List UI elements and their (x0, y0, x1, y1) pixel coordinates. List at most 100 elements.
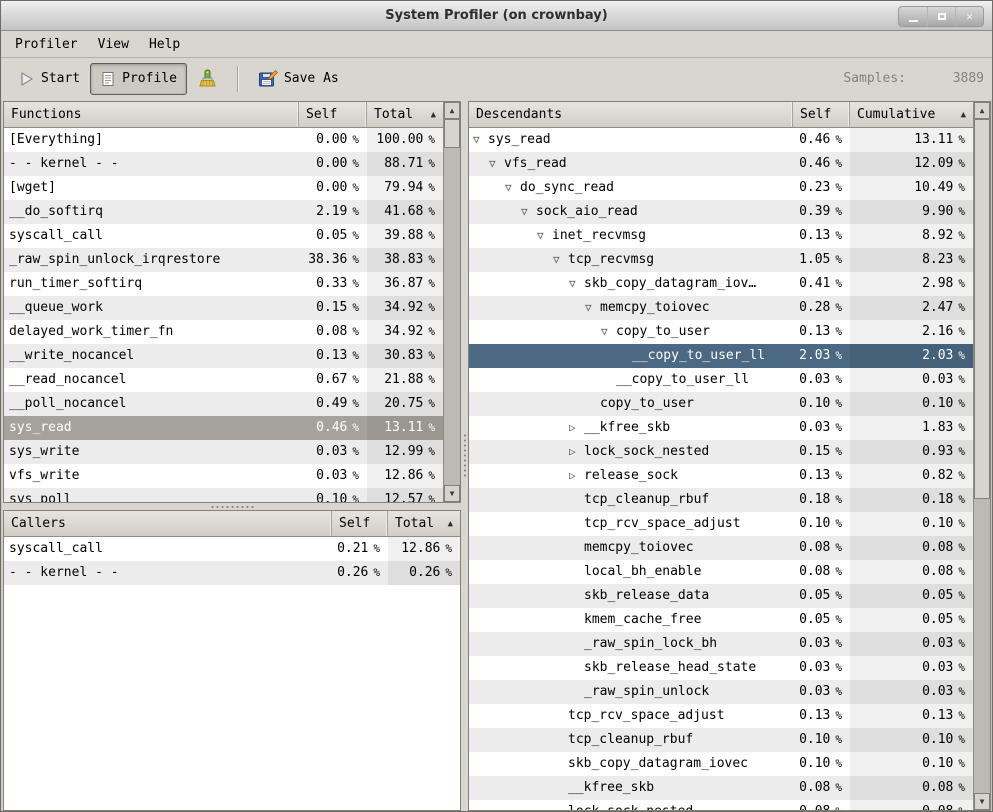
tree-row[interactable]: __copy_to_user_ll2.03%2.03% (469, 344, 973, 368)
tree-row[interactable]: ▽copy_to_user0.13%2.16% (469, 320, 973, 344)
table-row[interactable]: vfs_write0.03%12.86% (4, 464, 443, 488)
tree-row[interactable]: ▽inet_recvmsg0.13%8.92% (469, 224, 973, 248)
functions-self-column-header[interactable]: Self (299, 102, 367, 127)
table-row[interactable]: syscall_call0.21%12.86% (4, 537, 460, 561)
table-row[interactable]: __write_nocancel0.13%30.83% (4, 344, 443, 368)
callers-self-column-header[interactable]: Self (332, 511, 388, 536)
callers-total-column-header[interactable]: Total▲ (388, 511, 460, 536)
tree-row[interactable]: skb_copy_datagram_iovec0.10%0.10% (469, 752, 973, 776)
descendants-scrollbar[interactable]: ▲ ▼ (973, 102, 990, 810)
tree-row[interactable]: tcp_cleanup_rbuf0.18%0.18% (469, 488, 973, 512)
start-button[interactable]: Start (9, 63, 90, 95)
table-row[interactable]: __poll_nocancel0.49%20.75% (4, 392, 443, 416)
expander-collapsed-icon[interactable]: ▷ (569, 416, 584, 440)
table-row[interactable]: syscall_call0.05%39.88% (4, 224, 443, 248)
expander-open-icon[interactable]: ▽ (585, 296, 600, 320)
table-row[interactable]: sys_poll0.10%12.57% (4, 488, 443, 503)
tree-row[interactable]: local_bh_enable0.08%0.08% (469, 560, 973, 584)
profile-toggle-button[interactable]: Profile (90, 63, 187, 95)
descendant-name-label: kmem_cache_free (584, 612, 701, 627)
expander-open-icon[interactable]: ▽ (505, 176, 520, 200)
table-row[interactable]: _raw_spin_unlock_irqrestore38.36%38.83% (4, 248, 443, 272)
tree-row[interactable]: lock_sock_nested0.08%0.08% (469, 800, 973, 810)
table-row[interactable]: sys_read0.46%13.11% (4, 416, 443, 440)
expander-open-icon[interactable]: ▽ (569, 272, 584, 296)
table-row[interactable]: __do_softirq2.19%41.68% (4, 200, 443, 224)
reset-profile-button[interactable] (187, 63, 227, 95)
horizontal-splitter[interactable] (3, 503, 461, 510)
cumulative-value-number: 0.08 (922, 540, 953, 555)
tree-row[interactable]: ▷lock_sock_nested0.15%0.93% (469, 440, 973, 464)
functions-column-header[interactable]: Functions (4, 102, 299, 127)
tree-row[interactable]: ▷release_sock0.13%0.82% (469, 464, 973, 488)
self-value-number: 0.46 (799, 156, 830, 171)
table-row[interactable]: delayed_work_timer_fn0.08%34.92% (4, 320, 443, 344)
tree-row[interactable]: ▽skb_copy_datagram_iov…0.41%2.98% (469, 272, 973, 296)
percent-sign: % (428, 277, 435, 290)
callers-column-header[interactable]: Callers (4, 511, 332, 536)
tree-row[interactable]: ▷__kfree_skb0.03%1.83% (469, 416, 973, 440)
functions-total-column-header[interactable]: Total▲ (367, 102, 443, 127)
table-row[interactable]: [Everything]0.00%100.00% (4, 128, 443, 152)
save-as-button[interactable]: Save As (248, 63, 349, 95)
tree-row[interactable]: copy_to_user0.10%0.10% (469, 392, 973, 416)
expander-open-icon[interactable]: ▽ (473, 128, 488, 152)
tree-row[interactable]: skb_release_head_state0.03%0.03% (469, 656, 973, 680)
table-row[interactable]: sys_write0.03%12.99% (4, 440, 443, 464)
tree-row[interactable]: ▽do_sync_read0.23%10.49% (469, 176, 973, 200)
table-row[interactable]: - - kernel - -0.26%0.26% (4, 561, 460, 585)
tree-row[interactable]: memcpy_toiovec0.08%0.08% (469, 536, 973, 560)
titlebar[interactable]: System Profiler (on crownbay) ✕ (1, 1, 992, 31)
cumulative-value-number: 0.08 (922, 804, 953, 810)
scroll-down-button[interactable]: ▼ (444, 485, 460, 502)
tree-row[interactable]: ▽memcpy_toiovec0.28%2.47% (469, 296, 973, 320)
scroll-up-button[interactable]: ▲ (444, 102, 460, 119)
descendant-name: ▽sys_read (469, 128, 793, 152)
percent-sign: % (352, 421, 359, 434)
menu-item-profiler[interactable]: Profiler (5, 34, 88, 55)
percent-sign: % (958, 757, 965, 770)
scroll-up-button[interactable]: ▲ (974, 102, 990, 119)
tree-row[interactable]: tcp_cleanup_rbuf0.10%0.10% (469, 728, 973, 752)
tree-row[interactable]: kmem_cache_free0.05%0.05% (469, 608, 973, 632)
table-row[interactable]: run_timer_softirq0.33%36.87% (4, 272, 443, 296)
expander-open-icon[interactable]: ▽ (521, 200, 536, 224)
expander-open-icon[interactable]: ▽ (537, 224, 552, 248)
expander-open-icon[interactable]: ▽ (553, 248, 568, 272)
descendants-cumulative-column-header[interactable]: Cumulative▲ (850, 102, 973, 127)
tree-row[interactable]: __copy_to_user_ll0.03%0.03% (469, 368, 973, 392)
tree-row[interactable]: ▽sock_aio_read0.39%9.90% (469, 200, 973, 224)
tree-row[interactable]: _raw_spin_unlock0.03%0.03% (469, 680, 973, 704)
table-row[interactable]: [wget]0.00%79.94% (4, 176, 443, 200)
table-row[interactable]: __queue_work0.15%34.92% (4, 296, 443, 320)
descendants-column-header[interactable]: Descendants (469, 102, 793, 127)
table-row[interactable]: - - kernel - -0.00%88.71% (4, 152, 443, 176)
tree-row[interactable]: tcp_rcv_space_adjust0.10%0.10% (469, 512, 973, 536)
expander-open-icon[interactable]: ▽ (489, 152, 504, 176)
functions-scrollbar[interactable]: ▲ ▼ (443, 102, 460, 502)
expander-collapsed-icon[interactable]: ▷ (569, 464, 584, 488)
scroll-down-button[interactable]: ▼ (974, 793, 990, 810)
close-button[interactable]: ✕ (955, 7, 983, 26)
scrollbar-thumb[interactable] (974, 119, 990, 499)
expander-collapsed-icon[interactable]: ▷ (569, 440, 584, 464)
expander-open-icon[interactable]: ▽ (601, 320, 616, 344)
table-row[interactable]: __read_nocancel0.67%21.88% (4, 368, 443, 392)
tree-row[interactable]: __kfree_skb0.08%0.08% (469, 776, 973, 800)
tree-row[interactable]: ▽vfs_read0.46%12.09% (469, 152, 973, 176)
tree-row[interactable]: _raw_spin_lock_bh0.03%0.03% (469, 632, 973, 656)
tree-row[interactable]: skb_release_data0.05%0.05% (469, 584, 973, 608)
percent-sign: % (352, 205, 359, 218)
tree-row[interactable]: tcp_rcv_space_adjust0.13%0.13% (469, 704, 973, 728)
vertical-splitter[interactable] (461, 99, 468, 811)
scrollbar-thumb[interactable] (444, 119, 460, 148)
tree-row[interactable]: ▽tcp_recvmsg1.05%8.23% (469, 248, 973, 272)
menu-item-help[interactable]: Help (139, 34, 190, 55)
self-value-number: 0.03 (316, 444, 347, 459)
percent-sign: % (958, 373, 965, 386)
minimize-button[interactable] (899, 7, 927, 26)
tree-row[interactable]: ▽sys_read0.46%13.11% (469, 128, 973, 152)
descendants-self-column-header[interactable]: Self (793, 102, 850, 127)
maximize-button[interactable] (927, 7, 955, 26)
menu-item-view[interactable]: View (88, 34, 139, 55)
